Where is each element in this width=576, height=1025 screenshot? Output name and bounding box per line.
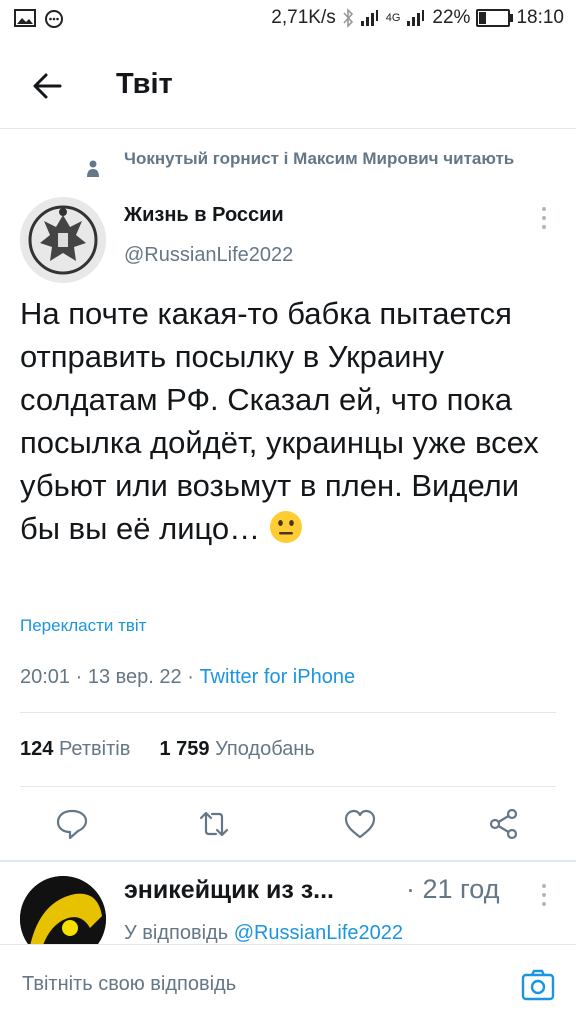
coat-of-arms-image [20,197,106,283]
retweets-label[interactable]: Ретвітів [59,738,130,760]
top-bar: Твіт [0,50,576,120]
likes-label[interactable]: Уподобань [215,738,315,760]
clock: 18:10 [516,7,564,28]
reply-prefix: У відповідь [124,922,229,944]
signal-4g-icon [407,10,425,26]
tweet-date: 13 вер. 22 [87,666,182,688]
author-avatar[interactable] [20,197,106,283]
tweet-source[interactable]: Twitter for iPhone [199,666,355,688]
author-name[interactable]: Жизнь в России [124,204,284,227]
reply-icon[interactable] [54,806,90,842]
reply-context: У відповідь @RussianLife2022 [124,922,403,945]
social-context: Чокнутый горнист і Максим Мирович читают… [87,146,530,177]
neutral-face-emoji-icon [269,511,302,543]
battery-percent: 22% [432,7,471,28]
social-context-text: Чокнутый горнист і Максим Мирович читают… [124,149,515,168]
chat-notification-icon [45,10,63,28]
tweet-meta: 20:01 · 13 вер. 22 · Twitter for iPhone [20,666,355,689]
status-bar: 2,71K/s 4G 22% 18:10 [0,0,576,38]
compose-bar: Твітніть свою відповідь [0,944,576,1025]
battery-fill [479,12,487,24]
person-icon [87,160,99,177]
tweet-body: На почте какая-то бабка пытается отправи… [20,292,560,550]
reply-input[interactable]: Твітніть свою відповідь [22,973,236,996]
stats-divider [20,786,556,787]
page-title: Твіт [116,68,173,100]
net-speed: 2,71K/s [271,7,336,28]
tweet-divider [0,860,576,862]
signal-icon [360,10,378,26]
share-icon[interactable] [486,806,522,842]
retweets-count[interactable]: 124 [20,738,53,760]
author-handle[interactable]: @RussianLife2022 [124,244,293,267]
meta-separator: · [75,666,88,688]
tweet-time: 20:01 [20,666,71,688]
reply-more-icon[interactable] [536,882,552,908]
image-notification-icon [14,9,36,27]
meta-separator: · [187,666,200,688]
tweet-stats: 124 Ретвітів 1 759 Уподобань [20,738,315,761]
network-type: 4G [385,12,401,24]
reply-time-value: 21 год [422,874,500,904]
retweet-icon[interactable] [196,806,232,842]
action-bar [0,800,576,848]
translate-link[interactable]: Перекласти твіт [20,616,146,636]
tweet-text: На почте какая-то бабка пытается отправи… [20,296,539,546]
meta-divider [20,712,556,713]
reply-time: · 21 год [406,874,500,904]
status-left [14,9,64,29]
reply-author[interactable]: эникейщик из з... [124,876,334,905]
more-icon[interactable] [536,205,552,231]
bluetooth-icon [343,8,353,28]
reply-mention[interactable]: @RussianLife2022 [234,922,403,944]
header-divider [0,128,576,129]
camera-icon[interactable] [520,967,556,1003]
back-arrow-icon[interactable] [30,68,66,104]
battery-icon [476,9,514,27]
likes-count[interactable]: 1 759 [159,738,209,760]
like-icon[interactable] [342,806,378,842]
status-right: 2,71K/s 4G 22% 18:10 [271,7,564,29]
